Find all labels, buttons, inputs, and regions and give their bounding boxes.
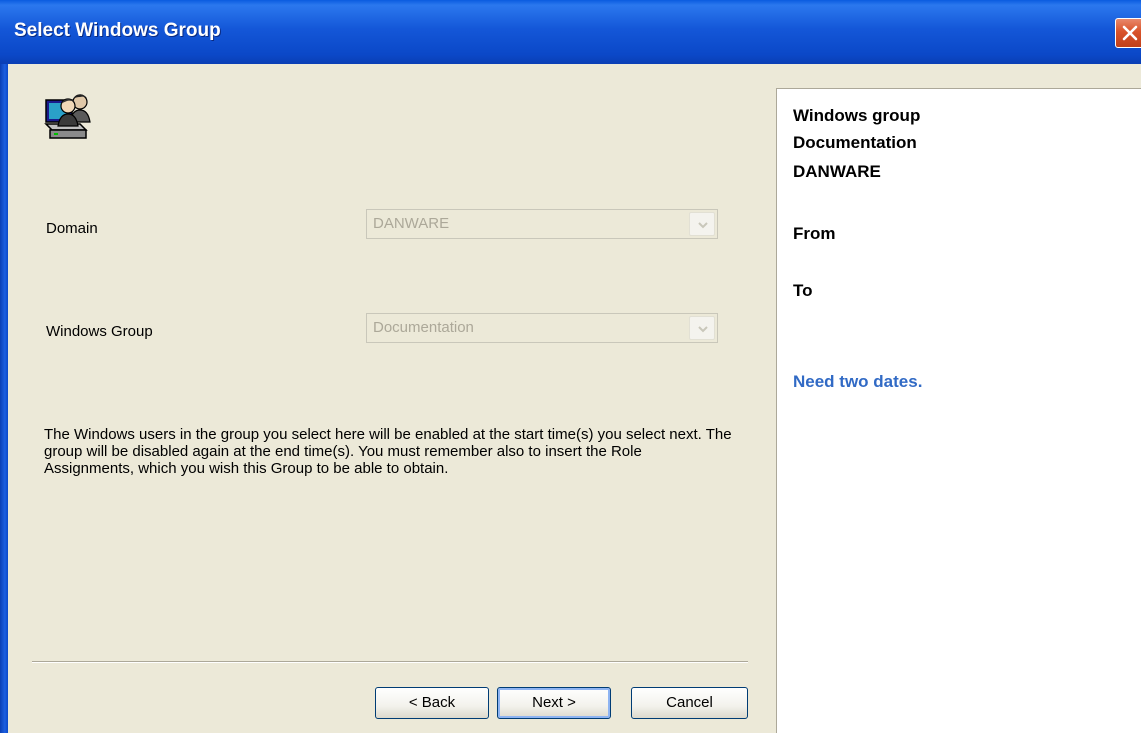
windows-group-label: Windows Group [46,323,153,340]
select-windows-group-dialog: Select Windows Group Domain DANWARE Wind… [0,0,1141,733]
summary-panel: Windows group Documentation DANWARE From… [776,88,1141,733]
close-button[interactable] [1115,18,1141,48]
windows-group-value: Documentation [373,319,474,336]
chevron-down-icon [698,222,708,229]
users-computer-icon [44,94,91,139]
summary-warning: Need two dates. [793,372,923,391]
back-button[interactable]: < Back [375,687,489,719]
domain-dropdown[interactable]: DANWARE [366,209,718,239]
summary-from-label: From [793,224,836,243]
next-button[interactable]: Next > [497,687,611,719]
window-title: Select Windows Group [14,20,221,41]
description-text: The Windows users in the group you selec… [44,426,732,477]
domain-dropdown-arrow[interactable] [689,212,715,236]
summary-to-label: To [793,281,813,300]
domain-label: Domain [46,220,98,237]
summary-domain: DANWARE [793,162,881,181]
chevron-down-icon [698,326,708,333]
close-icon [1122,25,1138,41]
title-bar: Select Windows Group [0,0,1141,64]
windows-group-dropdown[interactable]: Documentation [366,313,718,343]
windows-group-dropdown-arrow[interactable] [689,316,715,340]
button-divider [32,661,748,663]
window-frame-left [0,64,8,733]
cancel-button[interactable]: Cancel [631,687,748,719]
summary-group-name: Documentation [793,133,917,152]
domain-value: DANWARE [373,215,450,232]
summary-windows-group: Windows group [793,106,921,125]
